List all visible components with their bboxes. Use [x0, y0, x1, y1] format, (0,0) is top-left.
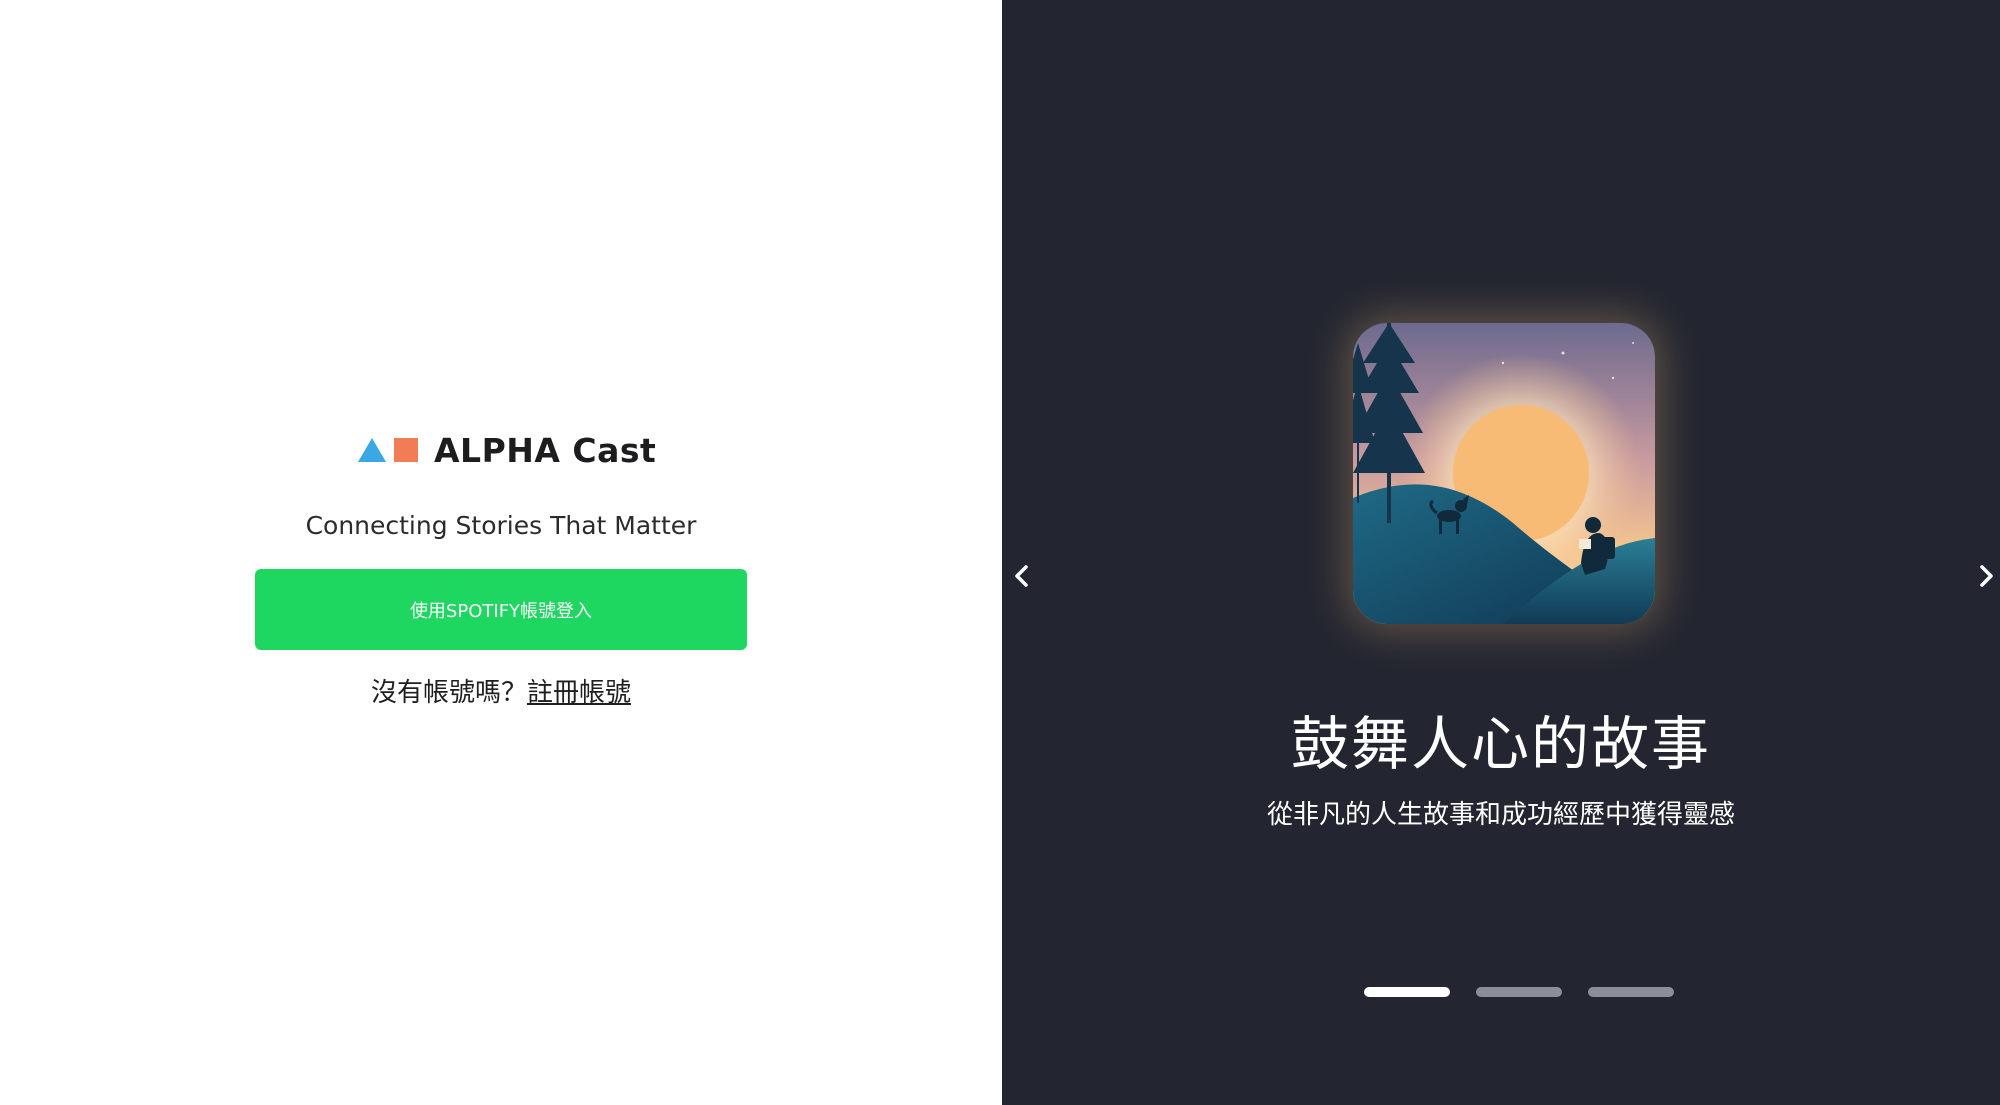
carousel-indicators [1364, 987, 1674, 997]
carousel-indicator-2[interactable] [1476, 987, 1562, 997]
sunset-reading-illustration [1353, 323, 1655, 624]
login-panel [0, 0, 1002, 1105]
spotify-login-button[interactable]: 使用SPOTIFY帳號登入 [255, 569, 747, 650]
carousel-next-button[interactable] [1966, 556, 2000, 596]
signup-row: 沒有帳號嗎？註冊帳號 [0, 672, 1002, 709]
signup-link[interactable]: 註冊帳號 [527, 678, 631, 708]
chevron-right-icon [1980, 565, 1993, 587]
brand-logo: ALPHA Cast [358, 428, 656, 472]
carousel-indicator-1[interactable] [1364, 987, 1450, 997]
carousel-prev-button[interactable] [1002, 556, 1042, 596]
carousel-indicator-3[interactable] [1588, 987, 1674, 997]
logo-mark-icon [358, 438, 418, 462]
slide-title: 鼓舞人心的故事 [1290, 710, 1711, 778]
no-account-prompt: 沒有帳號嗎？ [370, 678, 527, 708]
chevron-left-icon [1015, 565, 1028, 587]
brand-name: ALPHA Cast [434, 430, 657, 470]
slide-subtitle: 從非凡的人生故事和成功經歷中獲得靈感 [1266, 800, 1735, 830]
brand-tagline: Connecting Stories That Matter [305, 511, 697, 540]
slide-illustration [1353, 323, 1655, 624]
